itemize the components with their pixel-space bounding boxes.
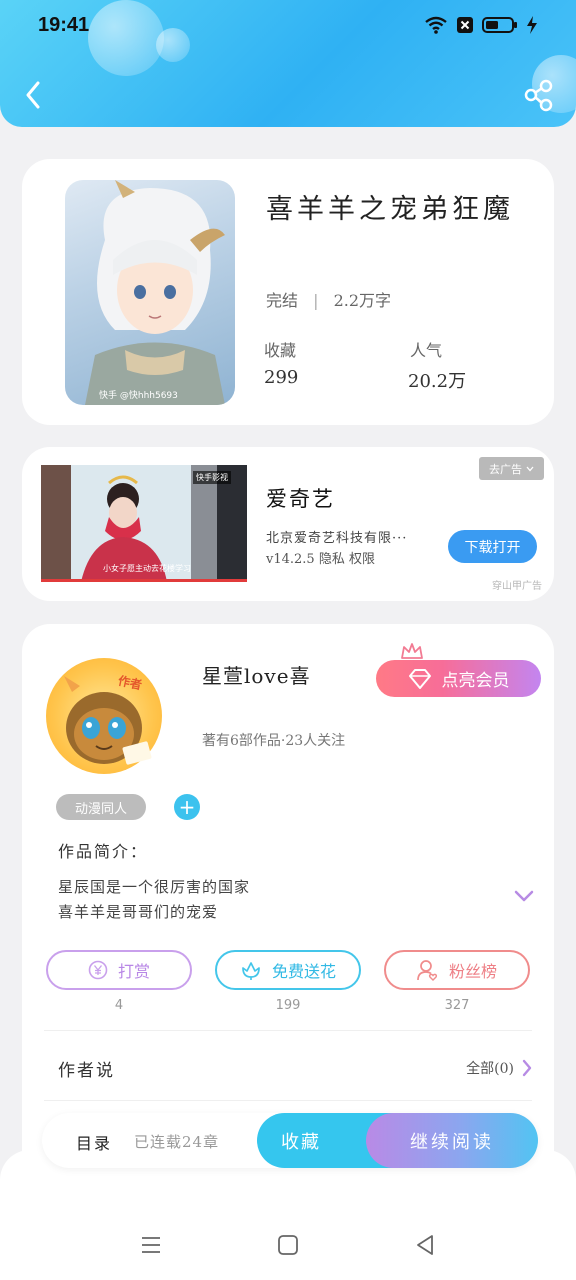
toc-button[interactable]: 目录 (76, 1130, 112, 1154)
remove-ad-label: 去广告 (489, 462, 522, 476)
meta-separator: | (313, 291, 319, 310)
share-icon (524, 79, 553, 112)
vip-button[interactable]: 点亮会员 (376, 660, 541, 697)
remove-ad-button[interactable]: 去广告 (479, 457, 544, 480)
stat-label-favorites: 收藏 (264, 341, 297, 360)
chevron-left-icon (26, 81, 40, 109)
system-nav-bar (0, 1150, 576, 1280)
diamond-icon (408, 668, 431, 689)
ad-thumb-badge: 快手影视 (193, 471, 231, 484)
author-says-all-link[interactable]: 全部(0) (466, 1058, 532, 1078)
ad-source: 穿山甲广告 (492, 581, 542, 592)
ad-title: 爱奇艺 (266, 487, 335, 511)
book-cover[interactable]: 快手 @快hhh5693 (65, 180, 235, 405)
status-icons (424, 16, 538, 34)
battery-icon (482, 17, 517, 33)
fan-ranking-label: 粉丝榜 (448, 962, 497, 981)
all-label: 全部(0) (466, 1061, 514, 1077)
bottom-action-bar: 目录 已连载24章 收藏 继续阅读 (42, 1113, 538, 1168)
vip-label: 点亮会员 (441, 671, 510, 691)
send-flower-button[interactable]: 免费送花 (215, 950, 361, 990)
plus-icon: + (178, 795, 196, 819)
ad-company: 北京爱奇艺科技有限··· (266, 531, 408, 546)
chevron-right-icon (522, 1059, 532, 1077)
home-nav-button[interactable] (276, 1233, 300, 1257)
home-square-icon (278, 1235, 298, 1255)
book-info-card: 快手 @快hhh5693 喜羊羊之宠弟狂魔 完结 | 2.2万字 收藏 299 … (22, 159, 554, 425)
author-avatar[interactable]: 作者 (46, 658, 162, 774)
book-word-count: 2.2万字 (333, 291, 392, 310)
ad-thumb-caption: 小女子愿主动去花楼学习 (103, 564, 191, 573)
continue-reading-button[interactable]: 继续阅读 (366, 1113, 538, 1168)
chevron-down-icon (526, 466, 534, 471)
intro-line: 星辰国是一个很厉害的国家 (58, 878, 251, 896)
intro-label: 作品简介： (58, 842, 149, 861)
menu-nav-button[interactable] (139, 1233, 163, 1257)
stat-label-popularity: 人气 (410, 341, 443, 360)
author-says-label: 作者说 (58, 1061, 115, 1081)
collect-label: 收藏 (281, 1131, 321, 1153)
yen-coin-icon (88, 960, 108, 980)
ad-download-button[interactable]: 下载打开 (448, 530, 537, 563)
continue-reading-label: 继续阅读 (410, 1131, 494, 1153)
share-button[interactable] (522, 78, 556, 112)
book-status: 完结 (266, 291, 299, 310)
fan-count: 327 (444, 998, 470, 1013)
status-bar: 19:41 (0, 10, 576, 42)
toc-status: 已连载24章 (134, 1133, 220, 1151)
add-tag-button[interactable]: + (174, 794, 200, 820)
book-meta: 完结 | 2.2万字 (266, 287, 391, 311)
crown-icon (401, 643, 423, 659)
ad-version-info[interactable]: v14.2.5 隐私 权限 (266, 548, 375, 567)
back-button[interactable] (18, 78, 48, 112)
flower-count: 199 (275, 998, 301, 1013)
tip-count: 4 (114, 998, 124, 1013)
tip-button[interactable]: 打赏 (46, 950, 192, 990)
expand-chevron-icon[interactable] (514, 890, 534, 902)
ad-thumbnail[interactable]: 快手影视 小女子愿主动去花楼学习 (41, 465, 247, 582)
fan-user-icon (417, 960, 438, 981)
header: 19:41 (0, 0, 576, 127)
stat-value-popularity: 20.2万 (408, 371, 467, 392)
flower-icon (242, 962, 260, 980)
wifi-icon (425, 16, 447, 34)
divider (44, 1030, 532, 1031)
send-flower-label: 免费送花 (271, 962, 336, 981)
divider (44, 1100, 532, 1101)
avatar-illustration (64, 676, 152, 765)
tip-label: 打赏 (117, 962, 150, 981)
author-summary: 著有6部作品·23人关注 (202, 733, 346, 749)
intro-line: 喜羊羊是哥哥们的宠爱 (58, 903, 219, 921)
ad-card[interactable]: 快手影视 小女子愿主动去花楼学习 爱奇艺 北京爱奇艺科技有限··· v14.2.… (22, 447, 554, 601)
back-nav-button[interactable] (413, 1233, 437, 1257)
author-name[interactable]: 星萱love喜 (202, 660, 311, 689)
fan-ranking-button[interactable]: 粉丝榜 (384, 950, 530, 990)
stat-value-favorites: 299 (264, 367, 299, 388)
status-time: 19:41 (38, 14, 90, 36)
cover-illustration (85, 180, 225, 405)
category-tag[interactable]: 动漫同人 (56, 794, 146, 820)
back-triangle-icon (417, 1235, 433, 1255)
cover-watermark: 快手 @快hhh5693 (99, 391, 178, 401)
book-title: 喜羊羊之宠弟狂魔 (266, 194, 514, 225)
menu-icon (142, 1237, 160, 1253)
no-sim-icon (457, 17, 473, 33)
charging-icon (527, 16, 537, 34)
